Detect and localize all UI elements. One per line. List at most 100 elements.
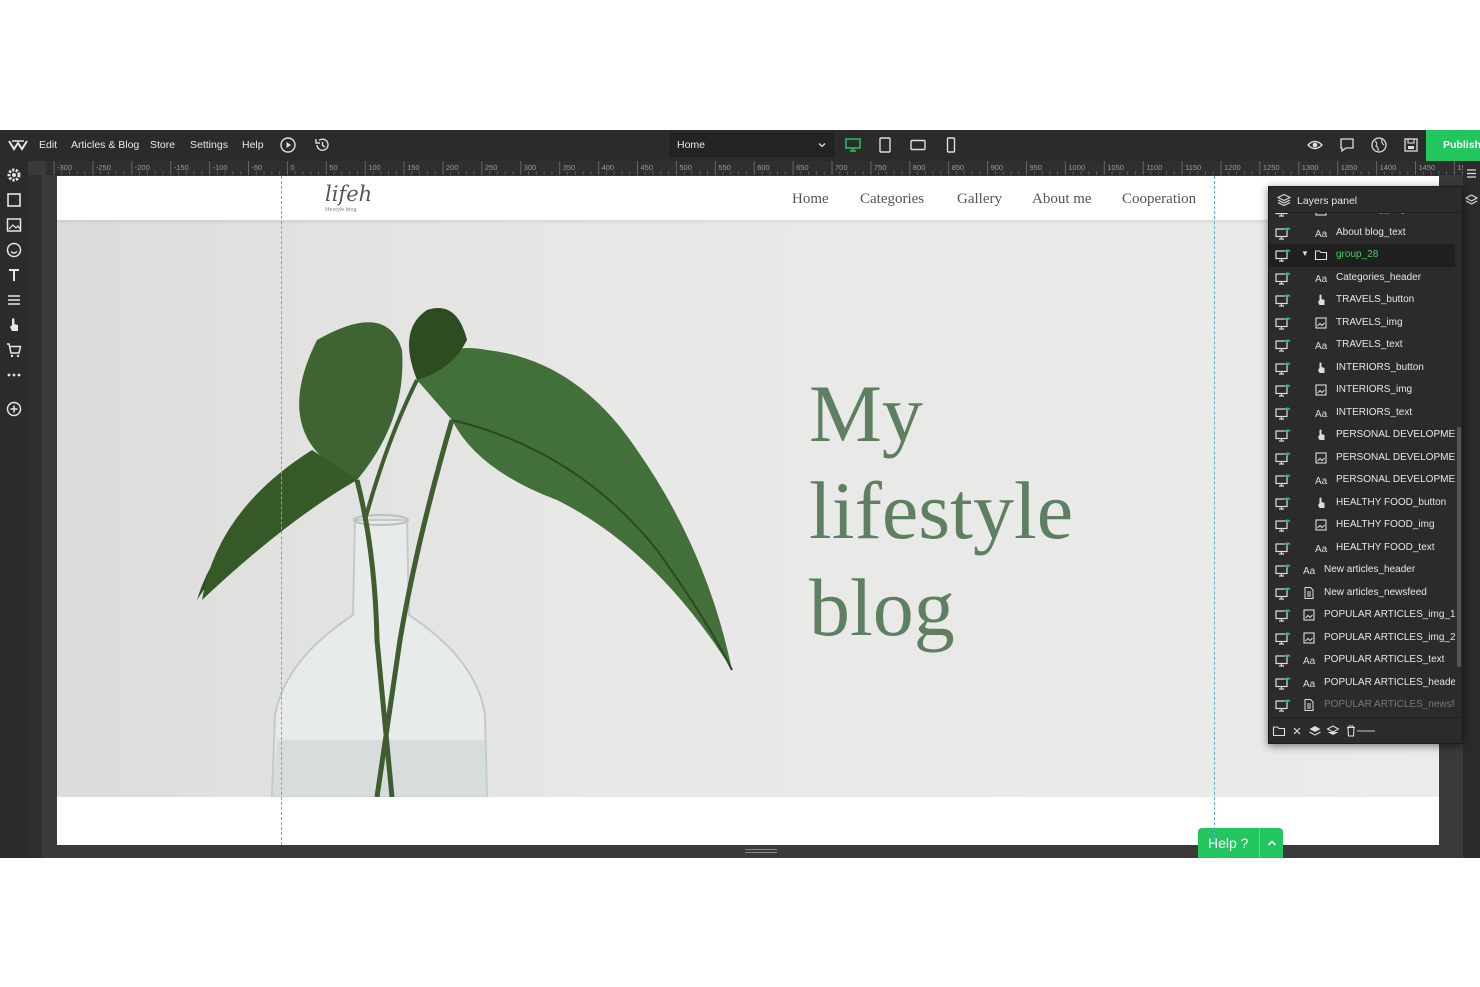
expand-triangle-icon[interactable]: ▼ bbox=[1301, 249, 1309, 258]
tablet-view-button[interactable] bbox=[869, 130, 901, 161]
nav-gallery[interactable]: Gallery bbox=[957, 191, 1002, 208]
preview-play-icon[interactable] bbox=[279, 136, 297, 154]
plant-vase-image[interactable] bbox=[57, 220, 777, 797]
device-visibility-icon[interactable] bbox=[1275, 541, 1291, 555]
device-visibility-icon[interactable] bbox=[1275, 213, 1291, 217]
device-visibility-icon[interactable] bbox=[1275, 406, 1291, 420]
layer-row[interactable]: Aa INTERIORS_text bbox=[1269, 402, 1455, 425]
device-visibility-icon[interactable] bbox=[1275, 653, 1291, 667]
layer-row[interactable]: Aa New articles_header bbox=[1269, 559, 1455, 582]
publish-button[interactable]: Publish bbox=[1426, 130, 1480, 161]
image-icon[interactable] bbox=[5, 216, 23, 234]
device-visibility-icon[interactable] bbox=[1275, 676, 1291, 690]
layer-row[interactable]: POPULAR ARTICLES_newsfee bbox=[1269, 694, 1455, 713]
layer-row[interactable]: Aa POPULAR ARTICLES_text bbox=[1269, 649, 1455, 672]
eye-icon[interactable] bbox=[1306, 136, 1324, 154]
layer-row[interactable]: TRAVELS_button bbox=[1269, 289, 1455, 312]
layer-row[interactable]: PERSONAL DEVELOPMENT_b bbox=[1269, 424, 1455, 447]
layer-row[interactable]: HEALTHY FOOD_img bbox=[1269, 514, 1455, 537]
settings-gear-icon[interactable] bbox=[5, 166, 23, 184]
smiley-icon[interactable] bbox=[5, 241, 23, 259]
device-visibility-icon[interactable] bbox=[1275, 496, 1291, 510]
nav-home[interactable]: Home bbox=[792, 191, 829, 208]
layer-row[interactable]: New articles_newsfeed bbox=[1269, 582, 1455, 605]
page-select[interactable]: Home bbox=[670, 133, 834, 157]
device-visibility-icon[interactable] bbox=[1275, 383, 1291, 397]
device-visibility-icon[interactable] bbox=[1275, 248, 1291, 262]
layer-row[interactable]: Aa PERSONAL DEVELOPMENT_ bbox=[1269, 469, 1455, 492]
device-visibility-icon[interactable] bbox=[1275, 608, 1291, 622]
close-icon[interactable] bbox=[1290, 724, 1304, 738]
layer-row[interactable]: INTERIORS_img bbox=[1269, 379, 1455, 402]
folder-icon[interactable] bbox=[1272, 724, 1286, 738]
layer-row[interactable]: Aa About blog_text bbox=[1269, 222, 1455, 245]
site-header[interactable]: lifeh lifestyle blog Home Categories Gal… bbox=[57, 176, 1439, 220]
layer-row[interactable]: HEALTHY FOOD_button bbox=[1269, 492, 1455, 515]
send-backward-icon[interactable] bbox=[1326, 724, 1340, 738]
hero-section[interactable]: My lifestyle blog bbox=[57, 220, 1439, 797]
history-icon[interactable] bbox=[313, 136, 331, 154]
device-visibility-icon[interactable] bbox=[1275, 226, 1291, 240]
layer-row[interactable]: Aa HEALTHY FOOD_text bbox=[1269, 537, 1455, 560]
layers-scrollbar[interactable] bbox=[1457, 427, 1461, 667]
layer-row[interactable]: Aa Categories_header bbox=[1269, 267, 1455, 290]
section-square-icon[interactable] bbox=[5, 191, 23, 209]
app-logo-icon[interactable] bbox=[8, 138, 28, 152]
save-icon[interactable] bbox=[1402, 136, 1420, 154]
cart-icon[interactable] bbox=[5, 341, 23, 359]
device-visibility-icon[interactable] bbox=[1275, 518, 1291, 532]
device-visibility-icon[interactable] bbox=[1275, 473, 1291, 487]
device-visibility-icon[interactable] bbox=[1275, 293, 1291, 307]
help-expand-button[interactable] bbox=[1259, 828, 1283, 858]
device-visibility-icon[interactable] bbox=[1275, 316, 1291, 330]
menu-help[interactable]: Help bbox=[242, 139, 264, 151]
device-visibility-icon[interactable] bbox=[1275, 361, 1291, 375]
device-visibility-icon[interactable] bbox=[1275, 338, 1291, 352]
device-visibility-icon[interactable] bbox=[1275, 563, 1291, 577]
nav-about-me[interactable]: About me bbox=[1032, 191, 1092, 208]
tablet-landscape-view-button[interactable] bbox=[902, 130, 934, 161]
help-button[interactable]: Help ? bbox=[1198, 828, 1283, 858]
hero-title[interactable]: My lifestyle blog bbox=[809, 365, 1073, 656]
device-visibility-icon[interactable] bbox=[1275, 631, 1291, 645]
menu-lines-icon[interactable] bbox=[5, 291, 23, 309]
site-logo[interactable]: lifeh bbox=[325, 182, 372, 206]
layer-row[interactable]: PERSONAL DEVELOPMENT_ bbox=[1269, 447, 1455, 470]
device-visibility-icon[interactable] bbox=[1275, 586, 1291, 600]
layers-panel[interactable]: Layers panel About blog_img Aa About blog_… bbox=[1268, 186, 1464, 744]
device-visibility-icon[interactable] bbox=[1275, 271, 1291, 285]
more-dots-icon[interactable] bbox=[5, 366, 23, 384]
button-hand-icon[interactable] bbox=[5, 316, 23, 334]
layer-row[interactable]: POPULAR ARTICLES_img_2 bbox=[1269, 627, 1455, 650]
layer-row[interactable]: Aa TRAVELS_text bbox=[1269, 334, 1455, 357]
menu-edit[interactable]: Edit bbox=[39, 139, 57, 151]
desktop-view-button[interactable] bbox=[837, 130, 869, 161]
nav-categories[interactable]: Categories bbox=[860, 191, 924, 208]
add-circle-icon[interactable] bbox=[5, 400, 23, 418]
device-visibility-icon[interactable] bbox=[1275, 428, 1291, 442]
device-visibility-icon[interactable] bbox=[1275, 451, 1291, 465]
panel-resize-grip[interactable] bbox=[1357, 730, 1375, 732]
layer-row[interactable]: POPULAR ARTICLES_img_1 bbox=[1269, 604, 1455, 627]
layer-row[interactable]: About blog_img bbox=[1269, 213, 1455, 222]
layer-row[interactable]: TRAVELS_img bbox=[1269, 312, 1455, 335]
resize-handle[interactable] bbox=[745, 849, 777, 853]
menu-articles-blog[interactable]: Articles & Blog bbox=[71, 139, 139, 151]
layers-panel-header[interactable]: Layers panel bbox=[1269, 187, 1462, 213]
menu-store[interactable]: Store bbox=[150, 139, 175, 151]
bring-forward-icon[interactable] bbox=[1308, 724, 1322, 738]
nav-cooperation[interactable]: Cooperation bbox=[1122, 191, 1196, 208]
layer-row[interactable]: Aa POPULAR ARTICLES_header bbox=[1269, 672, 1455, 695]
canvas-page[interactable]: lifeh lifestyle blog Home Categories Gal… bbox=[57, 176, 1439, 845]
text-icon[interactable] bbox=[5, 266, 23, 284]
layers-toggle-icon[interactable] bbox=[1465, 193, 1478, 206]
comment-icon[interactable] bbox=[1338, 136, 1356, 154]
globe-icon[interactable] bbox=[1370, 136, 1388, 154]
device-visibility-icon[interactable] bbox=[1275, 698, 1291, 712]
menu-settings[interactable]: Settings bbox=[190, 139, 228, 151]
mobile-view-button[interactable] bbox=[935, 130, 967, 161]
panel-toggle-icon[interactable] bbox=[1465, 167, 1478, 180]
layer-row[interactable]: INTERIORS_button bbox=[1269, 357, 1455, 380]
trash-icon[interactable] bbox=[1344, 724, 1358, 738]
layer-row[interactable]: ▼ group_28 bbox=[1269, 244, 1455, 267]
